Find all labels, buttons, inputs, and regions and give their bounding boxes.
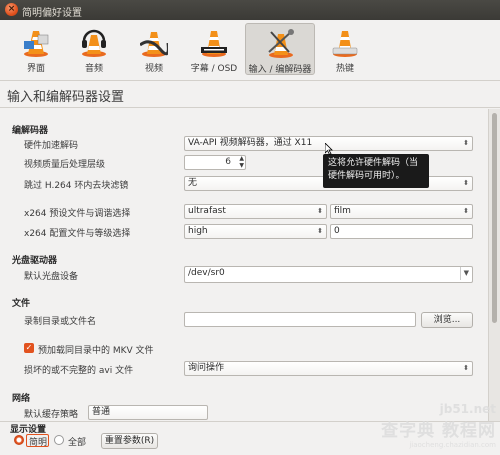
tab-input-codecs-label: 输入 / 编解码器 [248, 65, 312, 75]
tab-video[interactable]: 视频 [126, 23, 182, 75]
simple-label: 简明 [29, 438, 48, 448]
film-cone-icon [140, 32, 168, 57]
files-section-title: 文件 [12, 299, 31, 309]
section-header: 输入和编解码器设置 [0, 80, 500, 108]
postproc-spinner[interactable]: 6 ▲ ▼ [184, 155, 246, 170]
skip-loop-filter-label: 跳过 H.264 环内去块滤镜 [24, 181, 129, 191]
hw-decoding-tooltip: 这将允许硬件解码（当硬件解码可用时）。 [323, 154, 429, 188]
disc-device-value: /dev/sr0 [188, 268, 225, 278]
vlc-cone-icon [24, 31, 49, 57]
tab-hotkeys-label: 热键 [335, 64, 354, 74]
avi-repair-select[interactable]: 询问操作 ⬍ [184, 361, 473, 376]
tab-hotkeys[interactable]: 热键 [317, 23, 373, 75]
x264-profile-select[interactable]: high ⬍ [184, 224, 327, 239]
disc-device-combo[interactable]: /dev/sr0 ▼ [184, 266, 473, 283]
record-dir-label: 录制目录或文件名 [24, 317, 97, 327]
simple-radio[interactable] [14, 435, 24, 445]
hw-decoding-value: VA-API 视频解码器，通过 X11 [188, 138, 313, 148]
codec-cone-icon [268, 29, 294, 58]
x264-level-input[interactable]: 0 [330, 224, 473, 239]
reset-button[interactable]: 重置参数(R) [101, 433, 158, 449]
category-toolbar: 界面 音频 视频 字幕 / OSD 输入 / 编解码器 热键 [0, 20, 500, 80]
record-dir-input[interactable] [184, 312, 416, 327]
tab-audio[interactable]: 音频 [66, 23, 122, 75]
chevron-updown-icon: ⬍ [463, 179, 469, 187]
watermark-line1: jb51.net [439, 402, 496, 416]
codecs-section-title: 编解码器 [12, 126, 49, 136]
disc-device-label: 默认光盘设备 [24, 272, 79, 282]
avi-repair-label: 损坏的或不完整的 avi 文件 [24, 366, 134, 376]
mkv-preload-label: 预加载同目录中的 MKV 文件 [38, 346, 154, 356]
watermark-line3: jiaocheng.chazidian.com [409, 441, 496, 449]
headphones-cone-icon [82, 29, 106, 57]
hw-decoding-label: 硬件加速解码 [24, 141, 79, 151]
x264-preset-value: ultrafast [188, 206, 226, 216]
tab-interface[interactable]: 界面 [8, 23, 64, 75]
page-title: 输入和编解码器设置 [7, 90, 125, 105]
chevron-updown-icon: ⬍ [463, 364, 469, 372]
x264-preset-select[interactable]: ultrafast ⬍ [184, 204, 327, 219]
mouse-cursor-icon [325, 143, 333, 155]
tab-interface-label: 界面 [26, 64, 45, 74]
browse-button[interactable]: 浏览... [421, 312, 473, 328]
caching-select[interactable]: 普通 [88, 405, 208, 420]
tab-audio-label: 音频 [84, 64, 103, 74]
mkv-preload-checkbox[interactable]: ✓ [24, 343, 34, 353]
spin-up-icon[interactable]: ▲ [239, 155, 244, 162]
tab-video-label: 视频 [144, 64, 163, 74]
caching-value: 普通 [92, 407, 111, 417]
window-title: 简明偏好设置 [22, 8, 82, 19]
title-bar: × 简明偏好设置 [0, 0, 500, 20]
all-label: 全部 [68, 438, 87, 448]
spin-down-icon[interactable]: ▼ [239, 162, 244, 169]
postproc-value: 6 [225, 157, 231, 167]
scrollbar[interactable] [488, 109, 500, 421]
hotkeys-cone-icon [332, 31, 358, 57]
x264-profile-label: x264 配置文件与等级选择 [24, 229, 131, 239]
all-radio[interactable] [54, 435, 64, 445]
watermark: jb51.net 查字典 教程网 jiaocheng.chazidian.com [381, 402, 496, 449]
tab-subtitles-label: 字幕 / OSD [190, 64, 238, 74]
scrollbar-thumb[interactable] [492, 113, 497, 323]
chevron-updown-icon: ⬍ [317, 227, 323, 235]
footer-bar: 显示设置 简明 全部 重置参数(R) jb51.net 查字典 教程网 jiao… [0, 402, 500, 455]
chevron-updown-icon: ⬍ [317, 207, 323, 215]
subtitles-cone-icon [201, 31, 227, 57]
network-section-title: 网络 [12, 394, 31, 404]
x264-tune-select[interactable]: film ⬍ [330, 204, 473, 219]
close-icon[interactable]: × [5, 3, 18, 16]
chevron-updown-icon: ⬍ [463, 139, 469, 147]
caching-label: 默认缓存策略 [24, 410, 79, 420]
x264-tune-value: film [334, 206, 351, 216]
avi-repair-value: 询问操作 [188, 363, 225, 373]
watermark-line2: 查字典 教程网 [381, 421, 496, 441]
x264-profile-value: high [188, 226, 208, 236]
x264-preset-label: x264 预设文件与调谐选择 [24, 209, 131, 219]
chevron-updown-icon: ⬍ [463, 207, 469, 215]
optical-section-title: 光盘驱动器 [12, 256, 58, 266]
postproc-label: 视频质量后处理层级 [24, 160, 106, 170]
skip-loop-filter-value: 无 [188, 178, 198, 188]
chevron-down-icon[interactable]: ▼ [459, 267, 469, 280]
tab-input-codecs[interactable]: 输入 / 编解码器 [245, 23, 315, 75]
tab-subtitles[interactable]: 字幕 / OSD [186, 23, 242, 75]
